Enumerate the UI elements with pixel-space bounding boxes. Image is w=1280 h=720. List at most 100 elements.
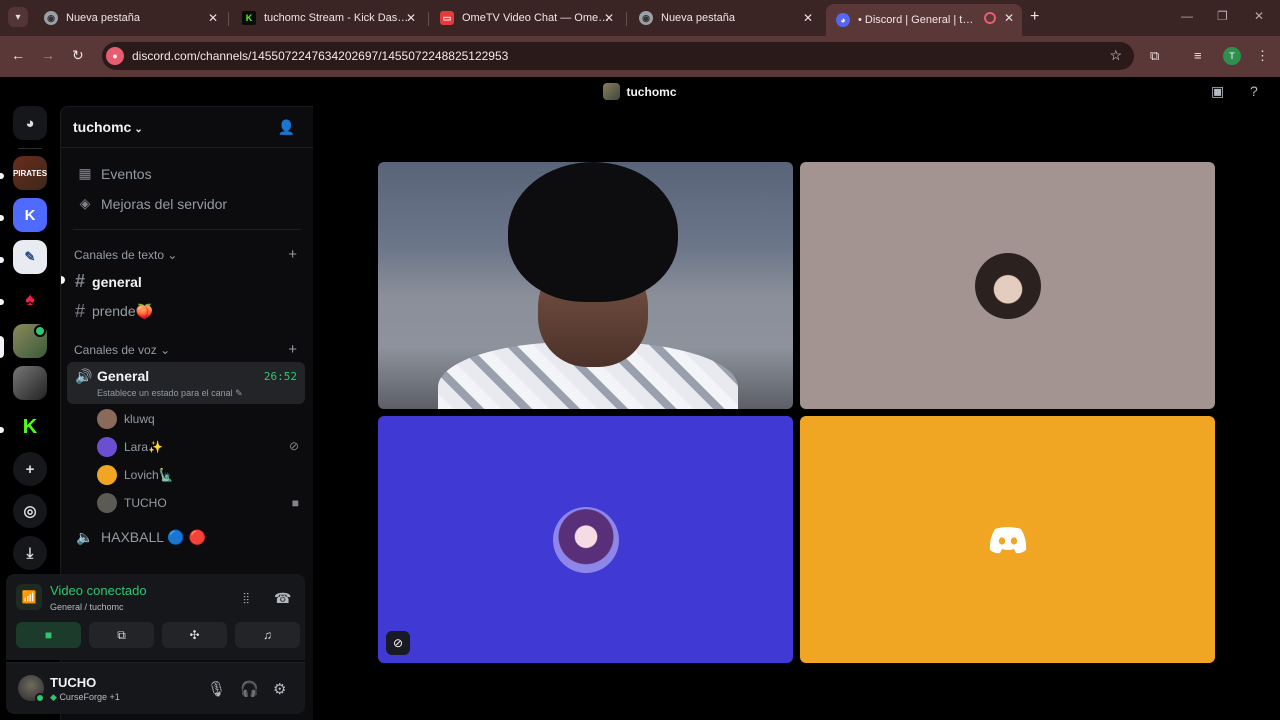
camera-off-icon: ⊘ [386, 631, 410, 655]
voice-status[interactable]: Video conectado [50, 583, 147, 598]
member-name: Lara✨ [124, 440, 163, 454]
video-tile-camera[interactable] [378, 162, 793, 409]
discord-home-icon[interactable]: ◕ [13, 106, 47, 140]
menu-item-boosts[interactable]: ◈ Mejoras del servidor [75, 195, 227, 212]
back-icon[interactable]: ← [11, 47, 25, 63]
menu-item-events[interactable]: ▦ Eventos [75, 165, 151, 182]
help-icon[interactable]: ? [1250, 83, 1258, 99]
extensions-icon[interactable]: ⧉ [1150, 48, 1159, 64]
chevron-down-icon: ⌄ [160, 343, 171, 357]
browser-tab[interactable]: K tuchomc Stream - Kick Dashboard ✕ [232, 4, 424, 32]
settings-gear-icon[interactable]: ⚙ [273, 680, 286, 698]
user-name[interactable]: TUCHO [50, 675, 96, 690]
selected-pill [0, 336, 4, 358]
screen-share-icon: ⧉ [117, 627, 126, 642]
minimize-icon[interactable]: — [1181, 9, 1193, 23]
top-title: tuchomc [626, 84, 677, 99]
kick-server-icon[interactable]: K [13, 410, 47, 444]
channel-status[interactable]: Establece un estado para el canal ✎ [97, 388, 243, 399]
ometv-icon: ▭ [440, 11, 454, 25]
bookmark-star-icon[interactable]: ☆ [1109, 47, 1122, 64]
download-icon[interactable]: ⤓ [13, 536, 47, 570]
k-server-icon[interactable]: K [13, 198, 47, 232]
voice-timer: 26:52 [263, 370, 297, 383]
avatar [97, 437, 117, 457]
voice-member[interactable]: Lovich🗽 [97, 464, 174, 486]
member-name: Lovich🗽 [124, 468, 174, 482]
browser-toolbar: ← → ↻ ● discord.com/channels/14550722476… [0, 36, 1280, 77]
dark-server-icon[interactable] [13, 366, 47, 400]
video-tile-lovich[interactable] [800, 416, 1215, 663]
video-tile-lara[interactable]: ⊘ [378, 416, 793, 663]
tab-title: Nueva pestaña [66, 12, 140, 24]
member-name: kluwq [124, 412, 155, 426]
close-icon[interactable]: ✕ [604, 11, 614, 25]
media-control-icon[interactable]: ≡ [1194, 48, 1202, 63]
add-voice-channel-icon[interactable]: + [288, 341, 297, 358]
unread-pill [0, 427, 4, 433]
inbox-icon[interactable]: ▣ [1211, 83, 1224, 100]
unread-pill [0, 257, 4, 263]
soundboard-button[interactable]: ♫ [235, 622, 300, 648]
signal-icon[interactable]: 📶 [16, 584, 42, 610]
noise-suppression-icon[interactable]: ⦙⦙ [243, 590, 249, 607]
browser-tab[interactable]: ◉ Nueva pestaña ✕ [34, 4, 226, 32]
flame-server-icon[interactable]: ♠ [13, 282, 47, 316]
microphone-icon[interactable]: 🎙 [207, 680, 226, 698]
explore-icon[interactable]: ◎ [13, 494, 47, 528]
voice-member[interactable]: Lara✨ [97, 436, 163, 458]
menu-kebab-icon[interactable]: ⋮ [1256, 48, 1269, 64]
chevron-down-icon: ⌄ [134, 124, 143, 135]
tab-title: OmeTV Video Chat — Omegle [462, 12, 612, 24]
browser-tab[interactable]: ▭ OmeTV Video Chat — Omegle ✕ [430, 4, 622, 32]
screen-share-button[interactable]: ⧉ [89, 622, 154, 648]
close-icon[interactable]: ✕ [803, 11, 813, 25]
server-header[interactable]: tuchomc ⌄ [73, 119, 143, 135]
recording-site-icon[interactable]: ● [106, 47, 124, 65]
tab-title: tuchomc Stream - Kick Dashboard [264, 12, 414, 24]
add-text-channel-icon[interactable]: + [288, 246, 297, 263]
new-tab-icon[interactable]: + [1030, 8, 1039, 26]
address-bar[interactable]: ● discord.com/channels/14550722476342026… [102, 42, 1134, 70]
disconnect-icon[interactable]: ☎ [274, 590, 291, 607]
browser-tab-active[interactable]: ◕ • Discord | General | tuchomc ✕ [826, 4, 1022, 36]
hash-icon: # [75, 301, 86, 321]
reload-icon[interactable]: ↻ [72, 47, 84, 64]
window-close-icon[interactable]: ✕ [1254, 9, 1264, 23]
invite-people-icon[interactable]: 👤 [278, 119, 295, 136]
camera-off-icon: ⊘ [288, 439, 299, 453]
close-icon[interactable]: ✕ [208, 11, 218, 25]
forward-icon[interactable]: → [41, 47, 55, 63]
maximize-icon[interactable]: ❐ [1217, 9, 1228, 23]
pencil-icon: ✎ [235, 388, 243, 398]
channel-prende[interactable]: # prende🍑 [75, 301, 153, 322]
browser-tab[interactable]: ◉ Nueva pestaña ✕ [629, 4, 821, 32]
status-text: Establece un estado para el canal [97, 388, 233, 398]
sketch-server-icon[interactable]: ✎ [13, 240, 47, 274]
camera-button[interactable]: ■ [16, 622, 81, 648]
speaker-icon: 🔈 [76, 529, 94, 545]
headphones-icon[interactable]: 🎧 [240, 680, 259, 698]
text-category[interactable]: Canales de texto ⌄ [74, 248, 177, 262]
activities-button[interactable]: ✣ [162, 622, 227, 648]
video-tile-kluwq[interactable] [800, 162, 1215, 409]
voice-location[interactable]: General / tuchomc [50, 602, 124, 612]
channel-name: prende🍑 [92, 303, 154, 319]
kick-icon: K [242, 11, 256, 25]
profile-avatar[interactable]: T [1223, 47, 1241, 65]
pirates-server-icon[interactable]: PIRATES [13, 156, 47, 190]
close-icon[interactable]: ✕ [1004, 11, 1014, 25]
add-server-icon[interactable]: + [13, 452, 47, 486]
category-label: Canales de voz [74, 343, 157, 357]
tab-search-icon[interactable]: ▾ [8, 7, 28, 27]
close-icon[interactable]: ✕ [406, 11, 416, 25]
discord-icon: ◕ [836, 13, 850, 27]
voice-active-icon [34, 325, 46, 337]
discord-app: tuchomc ▣ ? ◕ PIRATES K ✎ ♠ K + ◎ ⤓ tuch… [0, 77, 1280, 720]
channel-general[interactable]: # general [75, 271, 142, 292]
voice-channel-haxball[interactable]: 🔈 HAXBALL 🔵 🔴 [75, 529, 206, 546]
voice-category[interactable]: Canales de voz ⌄ [74, 343, 170, 357]
voice-channel-general[interactable]: 🔊 General 26:52 Establece un estado para… [67, 362, 305, 404]
voice-member[interactable]: kluwq [97, 408, 155, 430]
voice-member[interactable]: TUCHO [97, 492, 167, 514]
